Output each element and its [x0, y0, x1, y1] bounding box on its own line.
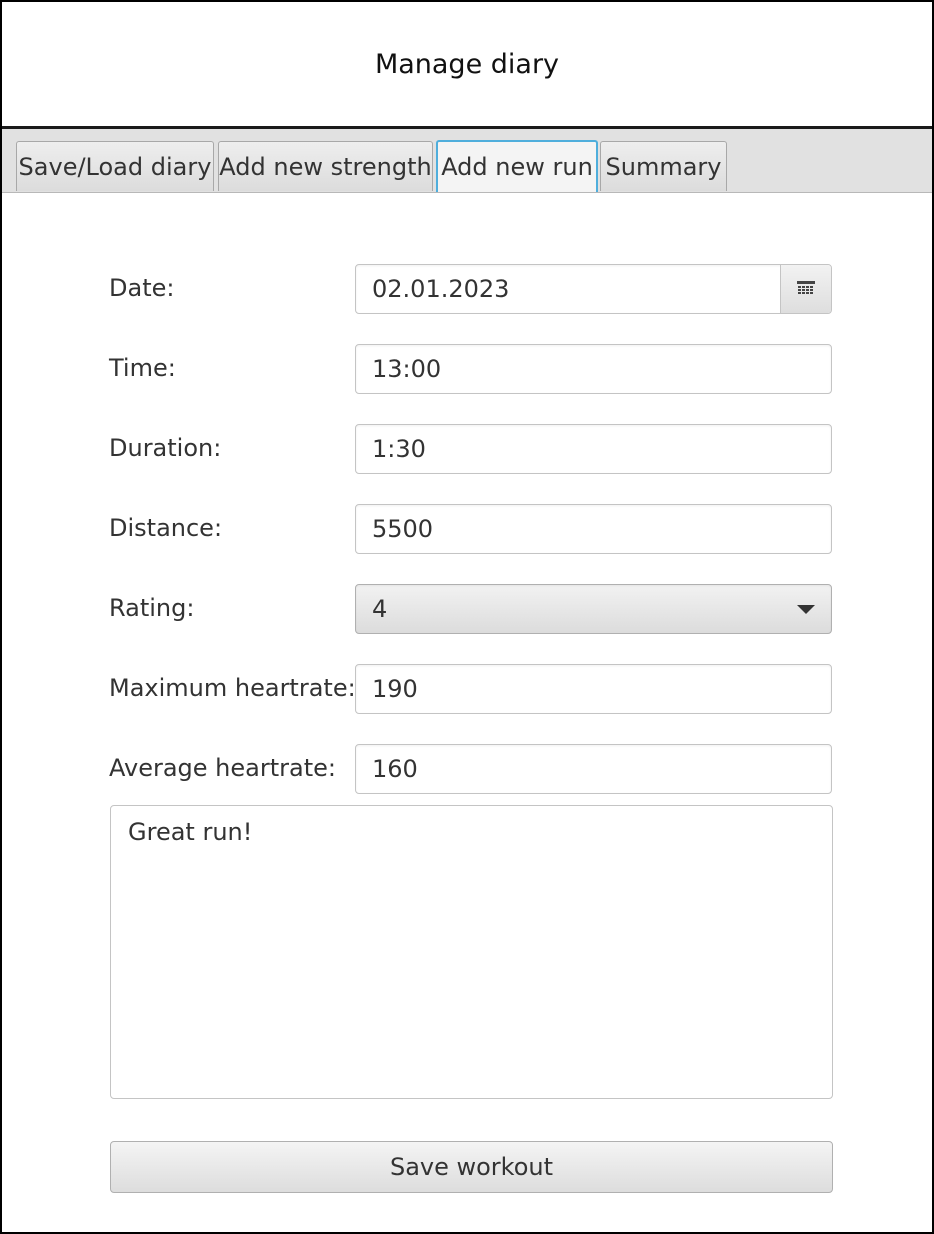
tab-bar: Save/Load diary Add new strength Add new… [2, 129, 932, 193]
tab-add-new-run[interactable]: Add new run [436, 140, 598, 192]
rating-select[interactable]: 4 [355, 584, 832, 634]
chevron-down-icon [797, 604, 815, 614]
save-workout-button[interactable]: Save workout [110, 1141, 833, 1193]
duration-label: Duration: [109, 434, 222, 462]
app-window: Manage diary Save/Load diary Add new str… [0, 0, 934, 1234]
distance-input[interactable]: 5500 [355, 504, 832, 554]
max-heartrate-label: Maximum heartrate: [109, 674, 356, 702]
notes-textarea[interactable]: Great run! [110, 805, 833, 1099]
calendar-icon [797, 281, 815, 294]
time-input[interactable]: 13:00 [355, 344, 832, 394]
tab-add-new-strength[interactable]: Add new strength [218, 141, 433, 191]
rating-label: Rating: [109, 594, 195, 622]
tab-summary[interactable]: Summary [600, 141, 727, 191]
rating-value: 4 [372, 595, 388, 623]
distance-label: Distance: [109, 514, 223, 542]
window-header: Manage diary [2, 2, 932, 126]
date-label: Date: [109, 274, 175, 302]
tab-save-load-diary[interactable]: Save/Load diary [16, 141, 214, 191]
max-heartrate-input[interactable]: 190 [355, 664, 832, 714]
avg-heartrate-input[interactable]: 160 [355, 744, 832, 794]
avg-heartrate-label: Average heartrate: [109, 754, 336, 782]
page-title: Manage diary [374, 48, 560, 80]
date-input[interactable]: 02.01.2023 [356, 265, 780, 313]
date-picker[interactable]: 02.01.2023 [355, 264, 832, 314]
duration-input[interactable]: 1:30 [355, 424, 832, 474]
time-label: Time: [109, 354, 176, 382]
calendar-button[interactable] [780, 265, 831, 313]
